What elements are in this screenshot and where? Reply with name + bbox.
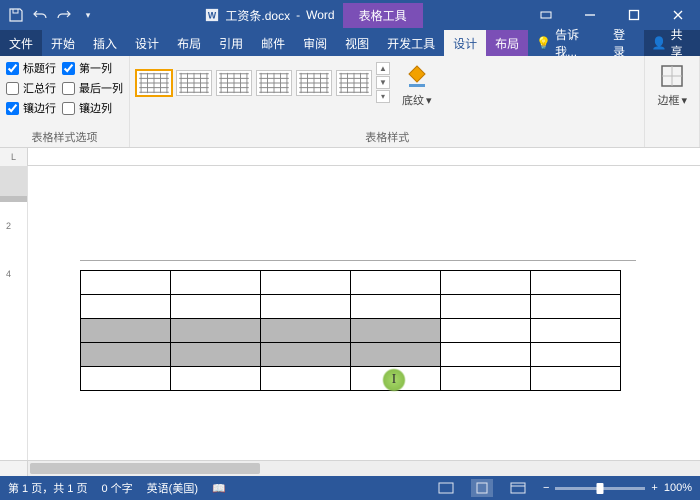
tab-review[interactable]: 审阅 xyxy=(294,30,336,56)
table-row xyxy=(81,319,621,343)
group-table-style-options: 标题行汇总行镶边行 第一列最后一列镶边列 表格样式选项 xyxy=(0,56,130,147)
option-banded-rows[interactable]: 镶边行 xyxy=(6,100,56,116)
tab-layout[interactable]: 布局 xyxy=(168,30,210,56)
tab-developer[interactable]: 开发工具 xyxy=(378,30,444,56)
option-first-col[interactable]: 第一列 xyxy=(62,60,123,76)
group-label-options: 表格样式选项 xyxy=(6,127,123,147)
checkbox-last-col[interactable] xyxy=(62,82,75,95)
svg-text:W: W xyxy=(208,11,217,21)
tab-table-design[interactable]: 设计 xyxy=(444,30,486,56)
option-label: 汇总行 xyxy=(23,80,56,96)
document-name: 工资条.docx xyxy=(225,7,290,24)
document-table[interactable] xyxy=(80,270,621,391)
horizontal-scrollbar[interactable] xyxy=(0,460,700,476)
tab-file[interactable]: 文件 xyxy=(0,30,42,56)
zoom-level[interactable]: 100% xyxy=(664,482,692,494)
tab-references[interactable]: 引用 xyxy=(210,30,252,56)
status-page[interactable]: 第 1 页，共 1 页 xyxy=(8,480,87,496)
contextual-tab-label: 表格工具 xyxy=(343,3,423,28)
chevron-down-icon: ▾ xyxy=(681,94,687,107)
tab-home[interactable]: 开始 xyxy=(42,30,84,56)
option-header-row[interactable]: 标题行 xyxy=(6,60,56,76)
document-viewport[interactable] xyxy=(28,166,700,460)
table-style-thumb[interactable] xyxy=(296,70,332,96)
checkbox-banded-rows[interactable] xyxy=(6,102,19,115)
checkbox-total-row[interactable] xyxy=(6,82,19,95)
quick-access-toolbar: ▾ xyxy=(0,7,104,23)
save-icon[interactable] xyxy=(8,7,24,23)
option-banded-cols[interactable]: 镶边列 xyxy=(62,100,123,116)
horizontal-ruler-row: L 24681012141618202224262830323436384042… xyxy=(0,148,700,166)
checkbox-header-row[interactable] xyxy=(6,62,19,75)
view-read-icon[interactable] xyxy=(435,479,457,497)
zoom-control[interactable]: − + 100% xyxy=(543,482,692,494)
table-row xyxy=(81,343,621,367)
vertical-ruler[interactable]: 24 xyxy=(0,166,28,460)
table-row xyxy=(81,271,621,295)
view-print-icon[interactable] xyxy=(471,479,493,497)
option-label: 镶边行 xyxy=(23,100,56,116)
tab-mailings[interactable]: 邮件 xyxy=(252,30,294,56)
group-borders: 边框▾ xyxy=(645,56,700,147)
chevron-down-icon: ▾ xyxy=(426,94,432,107)
ribbon: 标题行汇总行镶边行 第一列最后一列镶边列 表格样式选项 ▲▼▾ 底纹▾ 表格样式… xyxy=(0,56,700,148)
tab-view[interactable]: 视图 xyxy=(336,30,378,56)
shading-button[interactable]: 底纹▾ xyxy=(396,58,438,108)
tab-table-layout[interactable]: 布局 xyxy=(486,30,528,56)
zoom-out-icon[interactable]: − xyxy=(543,482,549,494)
borders-button[interactable]: 边框▾ xyxy=(651,58,693,108)
shading-icon xyxy=(403,62,431,90)
zoom-in-icon[interactable]: + xyxy=(651,482,657,494)
table-style-thumb[interactable] xyxy=(336,70,372,96)
table-row xyxy=(81,295,621,319)
table-style-thumb[interactable] xyxy=(136,70,172,96)
status-word-count[interactable]: 0 个字 xyxy=(101,480,132,496)
word-doc-icon: W xyxy=(205,8,219,22)
option-label: 镶边列 xyxy=(79,100,112,116)
option-last-col[interactable]: 最后一列 xyxy=(62,80,123,96)
scrollbar-thumb[interactable] xyxy=(30,463,260,474)
lightbulb-icon: 💡 xyxy=(536,36,551,50)
option-label: 第一列 xyxy=(79,60,112,76)
signin-link[interactable]: 登录 xyxy=(605,30,644,56)
view-web-icon[interactable] xyxy=(507,479,529,497)
tab-design[interactable]: 设计 xyxy=(126,30,168,56)
tell-me[interactable]: 💡告诉我... xyxy=(528,30,605,56)
table-style-thumb[interactable] xyxy=(216,70,252,96)
option-label: 标题行 xyxy=(23,60,56,76)
tab-insert[interactable]: 插入 xyxy=(84,30,126,56)
gallery-nav-btn[interactable]: ▼ xyxy=(376,76,390,89)
undo-icon[interactable] xyxy=(32,7,48,23)
share-button[interactable]: 👤共享 xyxy=(644,30,700,56)
zoom-slider[interactable] xyxy=(555,487,645,490)
redo-icon[interactable] xyxy=(56,7,72,23)
work-area: 24 xyxy=(0,166,700,460)
group-label-styles: 表格样式 xyxy=(136,127,638,147)
checkbox-banded-cols[interactable] xyxy=(62,102,75,115)
checkbox-first-col[interactable] xyxy=(62,62,75,75)
page xyxy=(44,178,684,460)
gallery-nav-btn[interactable]: ▲ xyxy=(376,62,390,75)
table-style-thumb[interactable] xyxy=(176,70,212,96)
group-table-styles: ▲▼▾ 底纹▾ 表格样式 xyxy=(130,56,645,147)
app-name: Word xyxy=(306,8,334,22)
table-row xyxy=(81,367,621,391)
window-title: W 工资条.docx - Word 表格工具 xyxy=(104,3,524,28)
ruler-corner: L xyxy=(0,148,28,166)
ribbon-tabs: 文件 开始 插入 设计 布局 引用 邮件 审阅 视图 开发工具 设计 布局 💡告… xyxy=(0,30,700,56)
table-style-thumb[interactable] xyxy=(256,70,292,96)
status-bar: 第 1 页，共 1 页 0 个字 英语(美国) 📖 − + 100% xyxy=(0,476,700,500)
share-icon: 👤 xyxy=(652,36,667,50)
borders-icon xyxy=(658,62,686,90)
option-label: 最后一列 xyxy=(79,80,123,96)
option-total-row[interactable]: 汇总行 xyxy=(6,80,56,96)
gallery-nav-btn[interactable]: ▾ xyxy=(376,90,390,103)
status-language[interactable]: 英语(美国) xyxy=(147,480,198,496)
table-styles-gallery[interactable]: ▲▼▾ xyxy=(136,58,390,103)
qat-dropdown-icon[interactable]: ▾ xyxy=(80,7,96,23)
status-proofing-icon[interactable]: 📖 xyxy=(212,482,226,495)
